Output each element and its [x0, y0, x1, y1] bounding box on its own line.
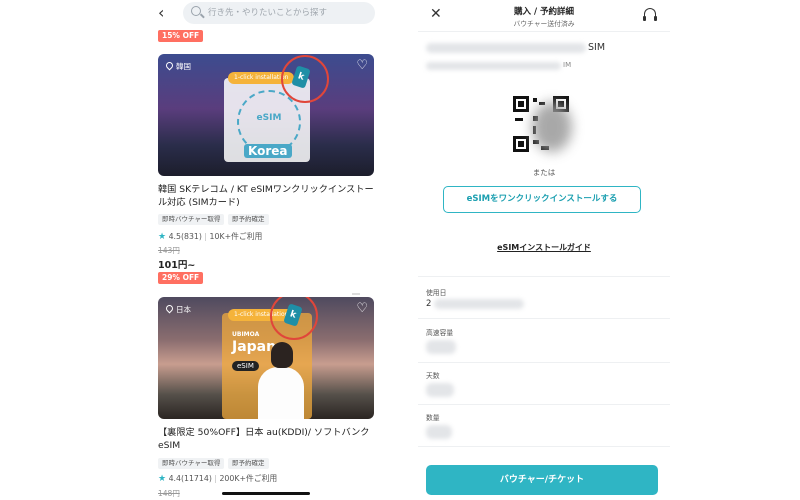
tag-instant-confirm: 即予約確定 [228, 214, 269, 225]
blurred-product-name [426, 43, 586, 53]
discount-badge: 29% OFF [158, 272, 204, 284]
field-divider [418, 318, 670, 319]
field-label-date: 使用日 [426, 289, 447, 297]
star-icon: ★ [158, 232, 167, 242]
header-divider [418, 31, 670, 32]
image-caption: Korea [244, 144, 292, 158]
highlight-circle [281, 55, 329, 103]
original-price: 143円 [158, 246, 180, 255]
product-image-japan[interactable]: 日本 ♡ UBIMOA Japan eSIM 1-click installat… [158, 297, 374, 419]
product-name-tail: SIM [588, 42, 606, 53]
tag-instant-confirm: 即予約確定 [228, 458, 269, 469]
blurred-field-value [426, 340, 456, 354]
blurred-product-sub [426, 62, 561, 70]
image-caption: Japan [232, 339, 277, 355]
discount-badge: 15% OFF [158, 30, 204, 42]
product-title[interactable]: 韓国 SKテレコム / KT eSIMワンクリックインストール対応 (SIMカー… [158, 183, 374, 209]
product-title[interactable]: 【裏限定 50%OFF】日本 au(KDDI)/ ソフトバンク eSIM [158, 426, 374, 452]
tag-instant-voucher: 即時バウチャー取得 [158, 458, 225, 469]
model-person [258, 367, 304, 419]
back-icon[interactable]: ‹ [158, 5, 170, 21]
price: 101円~ [158, 260, 196, 271]
location-label: 日本 [164, 303, 191, 315]
model-head [271, 342, 293, 368]
section-divider [418, 276, 670, 277]
headset-icon[interactable] [643, 8, 657, 21]
blurred-field-value [426, 425, 452, 439]
review-count: (11714) [180, 474, 212, 483]
rating-value: 4.5 [168, 232, 181, 241]
field-value-date: 2 [426, 299, 432, 309]
heart-icon[interactable]: ♡ [356, 59, 368, 72]
booked-count: 200K+件ご利用 [219, 474, 278, 483]
image-brand: UBIMOA [232, 331, 260, 338]
page-subtitle: バウチャー送付済み [513, 20, 575, 28]
rating-value: 4.4 [168, 474, 181, 483]
voucher-detail-screen: ✕ 購入 / 予約詳細 バウチャー送付済み SIM IM または eSIMをワン… [418, 0, 670, 500]
or-text: または [532, 168, 556, 177]
field-label-days: 天数 [426, 372, 440, 380]
page-title: 購入 / 予約詳細 [513, 7, 575, 17]
field-divider [418, 404, 670, 405]
location-label: 韓国 [164, 60, 191, 72]
booked-count: 10K+件ご利用 [209, 232, 263, 241]
star-icon: ★ [158, 474, 167, 484]
field-label-quantity: 数量 [426, 414, 440, 422]
field-divider [418, 362, 670, 363]
review-count: (831) [180, 232, 202, 241]
original-price: 148円 [158, 489, 180, 498]
esim-label: eSIM [232, 361, 259, 371]
blurred-field-value [434, 299, 524, 309]
field-label-data: 高速容量 [426, 329, 454, 337]
home-indicator [222, 492, 310, 495]
search-placeholder: 行き先・やりたいことから探す [208, 8, 328, 18]
rating-row: ★ 4.4(11714) | 200K+件ご利用 [158, 474, 278, 484]
one-click-install-button[interactable]: eSIMをワンクリックインストールする [443, 186, 641, 213]
product-image-korea[interactable]: 韓国 ♡ eSIM Korea 1-click installation k [158, 54, 374, 176]
install-guide-link[interactable]: eSIMインストールガイド [418, 242, 670, 253]
tag-instant-voucher: 即時バウチャー取得 [158, 214, 225, 225]
divider-dot [352, 293, 360, 295]
field-divider [418, 446, 670, 447]
product-list-screen: ‹ 行き先・やりたいことから探す 15% OFF 韓国 ♡ eSIM Korea… [148, 0, 384, 500]
voucher-ticket-button[interactable]: バウチャー/チケット [426, 465, 658, 495]
product-sub-tail: IM [563, 61, 572, 69]
blurred-field-value [426, 383, 454, 397]
qr-blur-mask [532, 102, 572, 152]
pin-icon [164, 60, 175, 71]
rating-row: ★ 4.5(831) | 10K+件ご利用 [158, 232, 263, 242]
search-input[interactable]: 行き先・やりたいことから探す [183, 2, 375, 24]
heart-icon[interactable]: ♡ [356, 302, 368, 315]
pin-icon [164, 303, 175, 314]
search-icon [191, 6, 201, 16]
